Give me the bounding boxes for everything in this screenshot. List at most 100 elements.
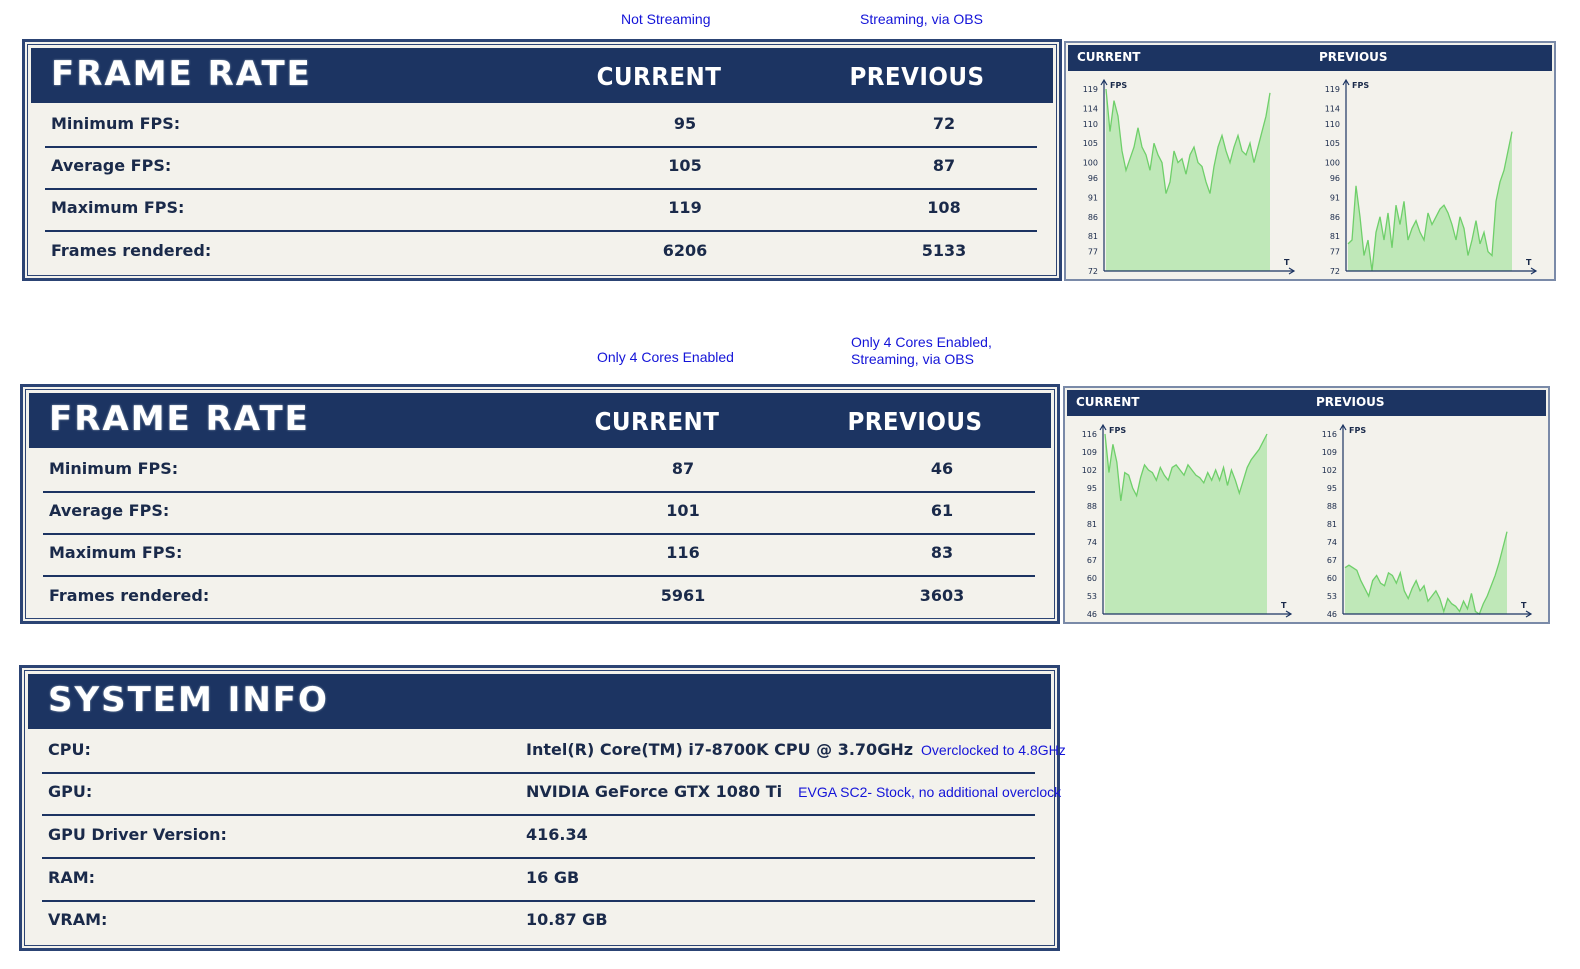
frame-rate-panel-2: FRAME RATE CURRENT PREVIOUS Minimum FPS:… xyxy=(20,384,1060,624)
current-value: 105 xyxy=(668,156,702,175)
y-tick-label: 81 xyxy=(1088,232,1098,241)
previous-value: 87 xyxy=(932,156,956,175)
current-value: 87 xyxy=(671,459,695,478)
fps-chart-current-1: 72 77 81 86 91 96 100 105 110 114 119 FPS T xyxy=(1083,78,1296,276)
current-value: 5961 xyxy=(660,586,706,605)
table-row-cpu: CPU: Intel(R) Core(TM) i7-8700K CPU @ 3.… xyxy=(42,730,1066,774)
frame-rate-title: FRAME RATE xyxy=(49,399,310,439)
y-tick-label: 116 xyxy=(1322,430,1337,439)
y-tick-label: 77 xyxy=(1330,248,1340,257)
current-value: 119 xyxy=(668,198,702,217)
fps-chart-current-2: 46 53 60 67 74 81 88 95 102 109 116 FPS T xyxy=(1082,423,1293,619)
gpu-note: EVGA SC2- Stock, no additional overclock xyxy=(798,784,1062,800)
table-row-ram: RAM: 16 GB xyxy=(42,858,1035,902)
y-tick-label: 100 xyxy=(1325,159,1340,168)
previous-value: 5133 xyxy=(921,241,967,260)
y-tick-label: 67 xyxy=(1087,556,1097,565)
current-value: 101 xyxy=(666,501,700,520)
series-area xyxy=(1105,434,1267,614)
y-tick-label: 95 xyxy=(1087,484,1097,493)
y-tick-label: 81 xyxy=(1327,520,1337,529)
cpu-name: Intel(R) Core(TM) i7-8700K CPU @ 3.70GHz xyxy=(526,740,914,759)
graph-label-current: CURRENT xyxy=(1077,50,1141,64)
column-header-current: CURRENT xyxy=(594,407,720,436)
table-row: Maximum FPS: 116 83 xyxy=(43,533,1035,577)
table-row: Frames rendered: 5961 3603 xyxy=(43,576,1035,618)
y-tick-label: 91 xyxy=(1330,193,1340,202)
gpu-value: NVIDIA GeForce GTX 1080 Ti EVGA SC2- Stoc… xyxy=(526,782,1061,801)
row-label: Average FPS: xyxy=(51,156,172,175)
y-tick-label: 46 xyxy=(1087,610,1097,619)
system-info-banner: SYSTEM INFO xyxy=(28,674,1051,729)
current-value: 95 xyxy=(673,114,697,133)
y-tick-label: 46 xyxy=(1327,610,1337,619)
y-tick-label: 110 xyxy=(1083,120,1098,129)
annotation-four-cores-streaming-1: Only 4 Cores Enabled, xyxy=(851,334,992,350)
table-row: Maximum FPS: 119 108 xyxy=(45,188,1037,232)
column-header-previous: PREVIOUS xyxy=(849,62,985,91)
previous-value: 46 xyxy=(930,459,954,478)
row-label: Maximum FPS: xyxy=(51,198,185,217)
y-tick-label: 67 xyxy=(1327,556,1337,565)
y-tick-label: 88 xyxy=(1327,502,1337,511)
y-tick-label: 53 xyxy=(1327,592,1337,601)
y-axis-label: FPS xyxy=(1109,426,1126,435)
x-axis-label: T xyxy=(1281,601,1287,610)
y-tick-label: 74 xyxy=(1087,538,1097,547)
row-label: GPU Driver Version: xyxy=(48,825,227,844)
table-row: Frames rendered: 6206 5133 xyxy=(45,231,1037,273)
y-tick-label: 114 xyxy=(1083,104,1098,113)
y-tick-label: 95 xyxy=(1327,484,1337,493)
y-tick-label: 119 xyxy=(1325,85,1340,94)
y-tick-label: 88 xyxy=(1087,502,1097,511)
series-area xyxy=(1106,89,1270,271)
row-label: Frames rendered: xyxy=(49,586,210,605)
y-tick-label: 53 xyxy=(1087,592,1097,601)
row-label: CPU: xyxy=(48,740,91,759)
y-tick-label: 105 xyxy=(1325,139,1340,148)
y-tick-label: 114 xyxy=(1325,104,1340,113)
table-row-gpu: GPU: NVIDIA GeForce GTX 1080 Ti EVGA SC2-… xyxy=(42,772,1061,816)
previous-value: 3603 xyxy=(919,586,965,605)
y-tick-label: 96 xyxy=(1330,174,1340,183)
system-info-title: SYSTEM INFO xyxy=(48,680,329,720)
y-axis-label: FPS xyxy=(1110,81,1127,90)
y-tick-label: 110 xyxy=(1325,120,1340,129)
column-header-previous: PREVIOUS xyxy=(847,407,983,436)
x-axis-label: T xyxy=(1521,601,1527,610)
fps-chart-previous-2: 46 53 60 67 74 81 88 95 102 109 116 FPS T xyxy=(1322,423,1533,619)
row-label: Minimum FPS: xyxy=(49,459,179,478)
fps-chart-previous-1: 72 77 81 86 91 96 100 105 110 114 119 FPS T xyxy=(1325,78,1538,276)
y-tick-label: 74 xyxy=(1327,538,1337,547)
y-tick-label: 119 xyxy=(1083,85,1098,94)
annotation-four-cores-streaming-2: Streaming, via OBS xyxy=(851,351,974,367)
table-row: Average FPS: 101 61 xyxy=(43,491,1035,535)
fps-graph-panel-2: CURRENT PREVIOUS 46 53 60 67 74 81 88 95 102 109 1… xyxy=(1063,386,1550,624)
y-tick-label: 91 xyxy=(1088,193,1098,202)
table-row: Minimum FPS: 95 72 xyxy=(45,104,1037,148)
y-tick-label: 77 xyxy=(1088,248,1098,257)
y-tick-label: 81 xyxy=(1330,232,1340,241)
row-label: Maximum FPS: xyxy=(49,543,183,562)
current-value: 116 xyxy=(666,543,700,562)
y-tick-label: 86 xyxy=(1330,213,1340,222)
vram-value: 10.87 GB xyxy=(526,910,608,929)
row-label: Minimum FPS: xyxy=(51,114,181,133)
y-tick-label: 86 xyxy=(1088,213,1098,222)
table-row: Average FPS: 105 87 xyxy=(45,146,1037,190)
previous-value: 72 xyxy=(932,114,956,133)
row-label: GPU: xyxy=(48,782,93,801)
y-tick-label: 105 xyxy=(1083,139,1098,148)
row-label: RAM: xyxy=(48,868,96,887)
column-header-current: CURRENT xyxy=(596,62,722,91)
table-row-vram: VRAM: 10.87 GB xyxy=(42,900,1035,942)
previous-value: 108 xyxy=(927,198,961,217)
frame-rate-banner: FRAME RATE CURRENT PREVIOUS xyxy=(31,48,1053,103)
annotation-not-streaming: Not Streaming xyxy=(621,11,711,27)
y-tick-label: 102 xyxy=(1322,466,1337,475)
fps-graph-panel-1: CURRENT PREVIOUS 72 77 81 86 91 96 100 105 110 11… xyxy=(1064,41,1556,281)
driver-value: 416.34 xyxy=(526,825,588,844)
table-row-driver: GPU Driver Version: 416.34 xyxy=(42,815,1035,859)
row-label: Frames rendered: xyxy=(51,241,212,260)
y-tick-label: 109 xyxy=(1082,448,1097,457)
